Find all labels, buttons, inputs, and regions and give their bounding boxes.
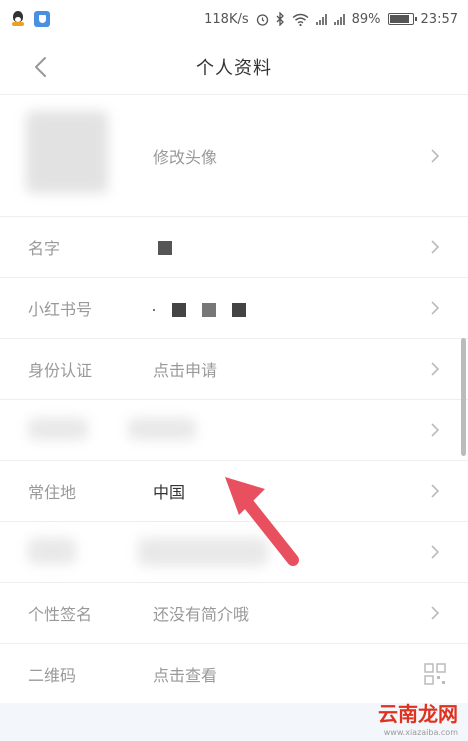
clock: 23:57	[420, 11, 458, 27]
name-row[interactable]: 名字	[0, 217, 468, 278]
watermark-url: www.xiazaiba.com	[383, 728, 458, 737]
watermark-logo: 云南龙网	[378, 702, 458, 726]
account-label: 小红书号	[28, 300, 93, 319]
chevron-right-icon	[431, 484, 440, 498]
identity-value: 点击申请	[153, 361, 218, 380]
scrollbar[interactable]	[461, 338, 466, 456]
wifi-icon	[292, 13, 309, 26]
redacted-row[interactable]	[0, 400, 468, 461]
signal-icon-2	[333, 13, 345, 25]
qrcode-value: 点击查看	[153, 665, 218, 685]
location-label: 常住地	[28, 483, 77, 502]
shield-icon	[34, 11, 50, 27]
header: 个人资料	[0, 40, 468, 95]
chevron-right-icon	[431, 423, 440, 437]
redacted-value	[128, 418, 196, 440]
location-value: 中国	[153, 483, 186, 502]
identity-row[interactable]: 身份认证 点击申请	[0, 339, 468, 400]
chevron-right-icon	[431, 301, 440, 315]
chevron-right-icon	[431, 240, 440, 254]
network-speed: 118K/s	[204, 11, 249, 27]
status-bar: 118K/s 89% 23:57	[0, 0, 468, 38]
signal-icon	[315, 13, 327, 25]
annotation-arrow	[225, 477, 299, 566]
page-title: 个人资料	[196, 58, 272, 79]
name-value-redacted	[158, 241, 172, 255]
chevron-left-icon[interactable]	[30, 56, 52, 78]
qrcode-row[interactable]: 二维码 点击查看	[0, 644, 468, 703]
battery-icon	[387, 13, 417, 25]
qrcode-icon	[424, 662, 446, 685]
bio-row[interactable]: 个性签名 还没有简介哦	[0, 583, 468, 644]
alarm-icon	[256, 13, 268, 26]
avatar	[26, 111, 108, 193]
redacted-label	[28, 418, 88, 440]
chevron-right-icon	[431, 362, 440, 376]
chevron-right-icon	[431, 149, 440, 163]
qq-icon	[10, 11, 26, 27]
account-row[interactable]: 小红书号	[0, 278, 468, 339]
redacted-label-2	[28, 538, 76, 564]
chevron-right-icon	[431, 606, 440, 620]
battery-percent: 89%	[351, 11, 381, 27]
identity-label: 身份认证	[28, 361, 93, 380]
avatar-edit-label: 修改头像	[153, 148, 218, 167]
bio-value: 还没有简介哦	[153, 605, 250, 624]
bio-label: 个性签名	[28, 605, 93, 624]
avatar-row[interactable]: 修改头像	[0, 96, 468, 217]
chevron-right-icon	[431, 545, 440, 559]
bluetooth-icon	[276, 12, 284, 26]
qrcode-label: 二维码	[28, 665, 77, 685]
name-label: 名字	[28, 239, 61, 258]
